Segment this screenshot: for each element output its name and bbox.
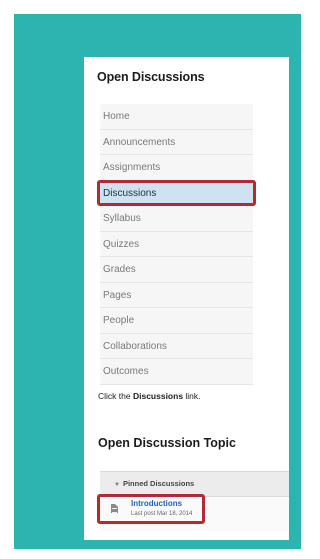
instruction-text: Click the Discussions link. [98,391,201,401]
nav-item-pages[interactable]: Pages [100,283,253,308]
nav-item-syllabus[interactable]: Syllabus [100,206,253,232]
nav-item-quizzes[interactable]: Quizzes [100,232,253,257]
pinned-label: ▼ Pinned Discussions [114,479,194,488]
nav-item-outcomes[interactable]: Outcomes [100,359,253,385]
nav-item-announcements[interactable]: Announcements [100,130,253,155]
pinned-label-text: Pinned Discussions [122,479,195,488]
nav-item-assignments[interactable]: Assignments [100,155,253,181]
section-title: Open Discussion Topic [98,436,236,450]
nav-item-discussions[interactable]: Discussions [97,179,256,206]
course-nav: Home Announcements Assignments Discussions S… [97,104,256,385]
nav-item-home[interactable]: Home [100,104,253,130]
nav-item-people[interactable]: People [100,308,253,334]
page-title: Open Discussions [97,70,205,84]
instruction-emphasis: Discussions [132,391,184,401]
page-frame: Open Discussions Home Announcements Assign… [0,0,315,559]
teal-border: Open Discussions Home Announcements Assign… [14,14,301,549]
instruction-suffix: link. [183,391,201,401]
nav-item-collaborations[interactable]: Collaborations [100,334,253,359]
caret-down-icon: ▼ [114,482,120,488]
topic-highlight-box [97,494,205,524]
instruction-prefix: Click the [98,391,133,401]
screenshot-panel: Open Discussions Home Announcements Assign… [84,57,289,540]
nav-item-grades[interactable]: Grades [100,257,253,283]
